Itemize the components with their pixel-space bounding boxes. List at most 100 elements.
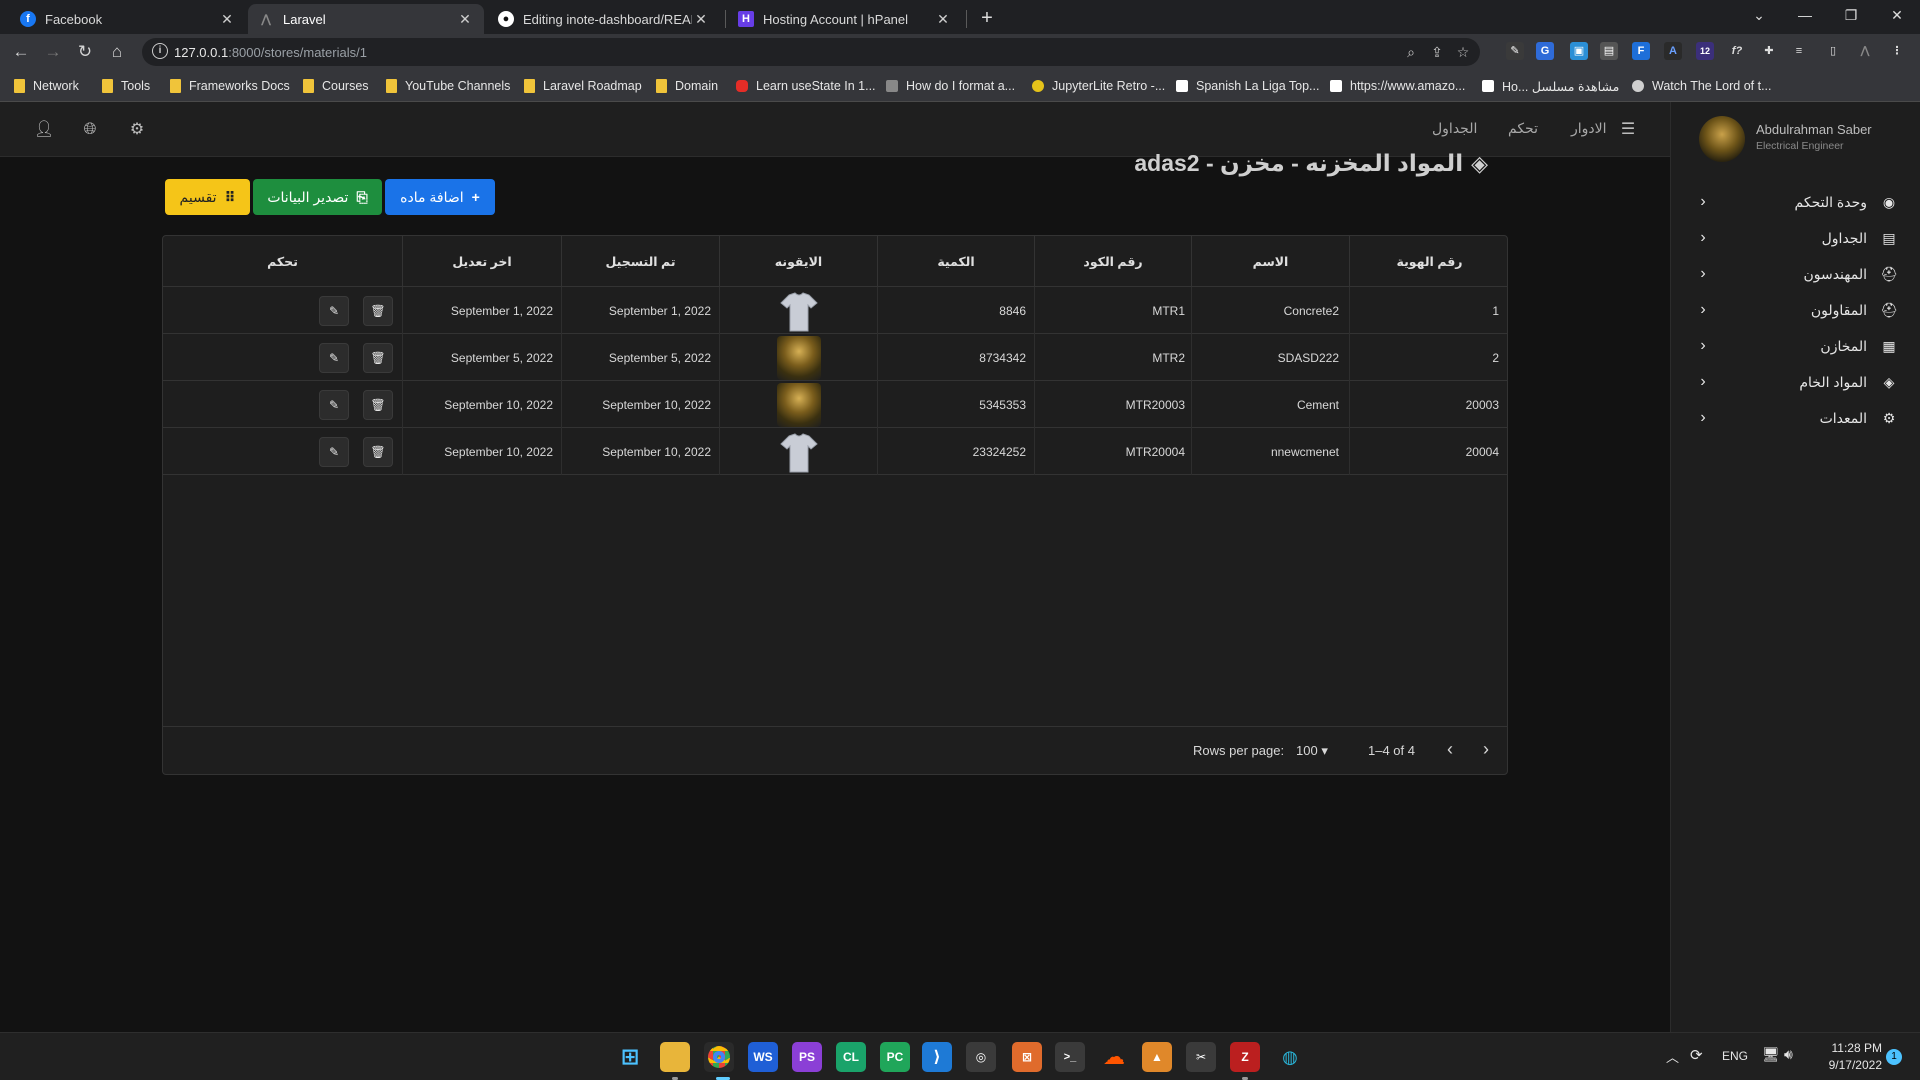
new-tab-button[interactable]: + [974, 6, 1000, 30]
address-bar[interactable]: i 127.0.0.1:8000/stores/materials/1 ⌕ ⇪ … [142, 38, 1480, 66]
extension-icon[interactable]: F [1632, 42, 1650, 60]
header-name[interactable]: الاسم [1191, 236, 1349, 287]
sidebar-item-dashboard[interactable]: ◉ وحدة التحكم ‹ [1671, 184, 1920, 220]
input-language[interactable]: ENG [1722, 1049, 1748, 1063]
app-icon[interactable]: ◍ [1275, 1042, 1305, 1072]
reading-list-icon[interactable]: ≡ [1790, 42, 1808, 60]
nav-tables[interactable]: الجداول [1432, 120, 1477, 137]
nav-control[interactable]: تحكم [1508, 120, 1538, 137]
site-info-icon[interactable]: i [152, 43, 168, 59]
home-icon[interactable]: ⌂ [106, 41, 128, 63]
bookmark-folder[interactable]: Courses [303, 77, 369, 95]
formula-extension-icon[interactable]: f? [1728, 42, 1746, 60]
sidebar-item-equipment[interactable]: ⚙ المعدات ‹ [1671, 400, 1920, 436]
prev-page-button[interactable]: ‹ [1447, 739, 1453, 760]
header-updated[interactable]: اخر تعديل [402, 236, 561, 287]
nav-roles[interactable]: الادوار [1571, 120, 1607, 137]
tab-search-icon[interactable]: ⌄ [1736, 0, 1782, 30]
delete-button[interactable]: 🗑︎ [363, 390, 393, 420]
globe-icon[interactable]: 🌐︎ [80, 120, 100, 140]
delete-button[interactable]: 🗑︎ [363, 437, 393, 467]
soundcloud-icon[interactable]: ☁ [1099, 1042, 1129, 1072]
gear-icon[interactable]: ⚙ [127, 120, 147, 140]
terminal-icon[interactable]: >_ [1055, 1042, 1085, 1072]
clock-date[interactable]: 9/17/2022 [1818, 1058, 1882, 1072]
export-data-button[interactable]: ⎘ تصدير البيانات [253, 179, 382, 215]
next-page-button[interactable]: › [1483, 739, 1489, 760]
translate-extension-icon[interactable]: G [1536, 42, 1554, 60]
tab-hpanel[interactable]: H Hosting Account | hPanel ✕ [728, 4, 962, 34]
extension-icon[interactable]: A [1664, 42, 1682, 60]
hamburger-icon[interactable]: ☰ [1618, 120, 1638, 140]
sidebar-item-tables[interactable]: ▤ الجداول ‹ [1671, 220, 1920, 256]
volume-icon[interactable]: 🔊︎ [1784, 1046, 1793, 1063]
extension-icon[interactable]: ▣ [1570, 42, 1588, 60]
zoom-icon[interactable]: ⌕ [1402, 43, 1420, 61]
header-icon[interactable]: الايقونه [719, 236, 877, 287]
chrome-icon[interactable] [704, 1042, 734, 1072]
bookmark-star-icon[interactable]: ☆ [1454, 43, 1472, 61]
edit-button[interactable]: ✎ [319, 296, 349, 326]
tab-laravel[interactable]: ⋀ Laravel ✕ [248, 4, 484, 34]
tab-github[interactable]: ● Editing inote-dashboard/README ✕ [488, 4, 720, 34]
add-material-button[interactable]: + اضافة ماده [385, 179, 495, 215]
clion-icon[interactable]: CL [836, 1042, 866, 1072]
windows-start-icon[interactable]: ⊞ [615, 1042, 645, 1072]
tab-facebook[interactable]: f Facebook ✕ [10, 4, 246, 34]
close-icon[interactable]: ✕ [934, 11, 952, 28]
app-icon[interactable]: ◎ [966, 1042, 996, 1072]
share-icon[interactable]: ⇪ [1428, 43, 1446, 61]
extension-icon[interactable]: ✎ [1506, 42, 1524, 60]
restore-button[interactable]: ❐ [1828, 0, 1874, 30]
edit-button[interactable]: ✎ [319, 343, 349, 373]
reload-icon[interactable]: ↻ [74, 41, 96, 63]
bookmark-link[interactable]: Learn useState In 1... [736, 77, 876, 95]
chevron-up-icon[interactable]: ︿ [1666, 1047, 1679, 1066]
extension-icon[interactable]: ▤ [1600, 42, 1618, 60]
close-icon[interactable]: ✕ [692, 11, 710, 28]
bookmark-link[interactable]: Watch The Lord of t... [1632, 77, 1772, 95]
notification-badge[interactable]: 1 [1886, 1049, 1902, 1065]
delete-button[interactable]: 🗑︎ [363, 343, 393, 373]
sidebar-item-contractors[interactable]: ⛑ المقاولون ‹ [1671, 292, 1920, 328]
edit-button[interactable]: ✎ [319, 390, 349, 420]
close-icon[interactable]: ✕ [218, 11, 236, 28]
file-explorer-icon[interactable] [660, 1042, 690, 1072]
header-created[interactable]: تم التسجيل [561, 236, 719, 287]
sync-icon[interactable]: ⟳ [1690, 1046, 1703, 1064]
vscode-icon[interactable]: ⟩ [922, 1042, 952, 1072]
bookmark-folder[interactable]: Laravel Roadmap [524, 77, 642, 95]
pycharm-icon[interactable]: PC [880, 1042, 910, 1072]
bookmark-folder[interactable]: Domain [656, 77, 718, 95]
snipping-tool-icon[interactable]: ✂ [1186, 1042, 1216, 1072]
side-panel-icon[interactable]: ▯ [1824, 42, 1842, 60]
edit-button[interactable]: ✎ [319, 437, 349, 467]
bookmark-link[interactable]: Ho... مشاهدة مسلسل [1482, 77, 1619, 95]
bookmark-link[interactable]: How do I format a... [886, 77, 1015, 95]
close-window-button[interactable]: ✕ [1874, 0, 1920, 30]
webstorm-icon[interactable]: WS [748, 1042, 778, 1072]
bookmark-link[interactable]: JupyterLite Retro -... [1032, 77, 1165, 95]
avatar[interactable] [1699, 116, 1745, 162]
divide-button[interactable]: ⠿ تقسيم [165, 179, 250, 215]
header-quantity[interactable]: الكمية [877, 236, 1034, 287]
extension-badge-icon[interactable]: 12 [1696, 42, 1714, 60]
url-text[interactable]: 127.0.0.1:8000/stores/materials/1 [174, 45, 367, 60]
back-icon[interactable]: ← [10, 41, 32, 63]
app-icon[interactable]: ▲ [1142, 1042, 1172, 1072]
bookmark-folder[interactable]: Frameworks Docs [170, 77, 290, 95]
sidebar-item-raw-materials[interactable]: ◈ المواد الخام ‹ [1671, 364, 1920, 400]
bookmark-link[interactable]: https://www.amazo... [1330, 77, 1465, 95]
puzzle-icon[interactable]: ✚ [1760, 42, 1778, 60]
close-icon[interactable]: ✕ [456, 11, 474, 28]
delete-button[interactable]: 🗑︎ [363, 296, 393, 326]
user-icon[interactable]: 👤︎ [34, 120, 54, 140]
menu-kebab-icon[interactable]: ⋮ [1888, 42, 1906, 60]
filezilla-icon[interactable]: Z [1230, 1042, 1260, 1072]
header-code[interactable]: رقم الكود [1034, 236, 1191, 287]
bookmark-folder[interactable]: Network [14, 77, 79, 95]
sidebar-item-stores[interactable]: ▦ المخازن ‹ [1671, 328, 1920, 364]
clock-time[interactable]: 11:28 PM [1822, 1041, 1882, 1055]
header-id[interactable]: رقم الهوية [1349, 236, 1507, 287]
rows-per-page-select[interactable]: 100 ▾ [1296, 743, 1328, 759]
